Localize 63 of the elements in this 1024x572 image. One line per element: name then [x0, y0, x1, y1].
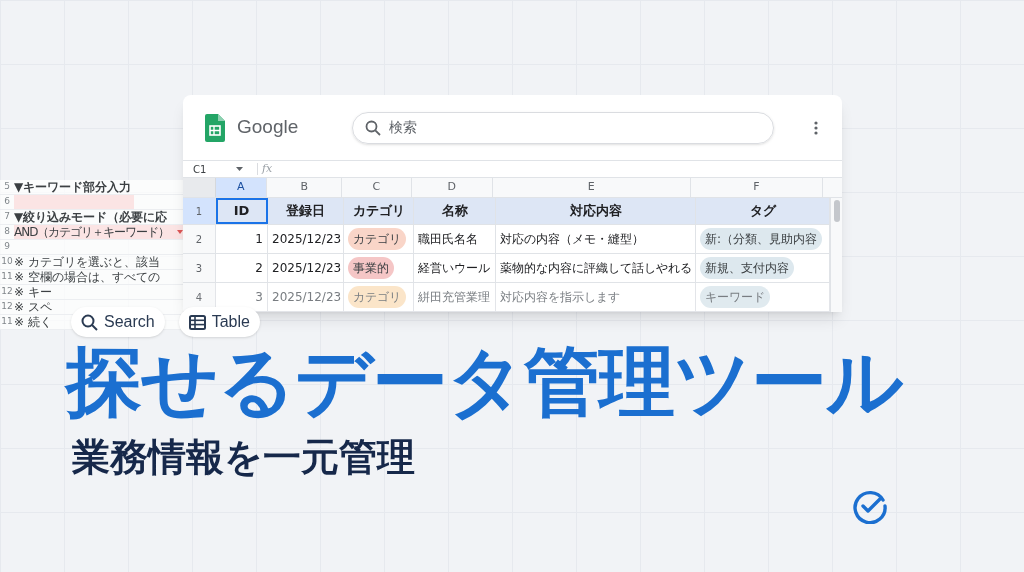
tag-label: キーワード — [700, 286, 770, 308]
column-header[interactable]: D — [411, 178, 493, 197]
table-cell: 1 — [216, 225, 268, 253]
tag-label: カテゴリ — [348, 286, 406, 308]
row-number: 5 — [3, 180, 11, 194]
note-text: ※ スペ — [14, 301, 52, 313]
section-heading: ▼キーワード部分入力 — [14, 181, 132, 193]
subheadline: 業務情報を一元管理 — [72, 434, 416, 480]
tag-label: 新規、支付内容 — [700, 257, 794, 279]
table-cell: 2025/12/23 — [268, 254, 344, 282]
table-cell: 職田氏名名 — [414, 225, 496, 253]
row-number: 11 — [0, 315, 14, 329]
row-number: 8 — [3, 225, 11, 239]
row-number: 9 — [3, 240, 11, 254]
check-circle-icon — [852, 488, 888, 524]
table-cell: 薬物的な内容に評織して話しやれる — [496, 254, 696, 282]
table-chip: Table — [178, 307, 260, 337]
search-input[interactable]: 検索 — [389, 117, 690, 138]
table-cell: 対応内容を指示します — [496, 283, 696, 311]
note-text: ※ キー — [14, 286, 52, 298]
table-icon — [188, 314, 206, 330]
app-name: Google — [237, 115, 299, 140]
more-menu-icon[interactable] — [814, 120, 818, 135]
table-cell: 対応の内容（メモ・縫型） — [496, 225, 696, 253]
row-number: 10 — [0, 255, 14, 269]
tag-label: 事業的 — [348, 257, 394, 279]
input-field[interactable] — [14, 195, 134, 209]
search-icon — [81, 313, 98, 331]
row-number: 11 — [0, 270, 14, 284]
row-number: 12 — [0, 300, 14, 314]
table-cell: 絣田充管業理 — [414, 283, 496, 311]
section-heading: ▼絞り込みモード（必要に応 — [14, 211, 168, 223]
tag-label: カテゴリ — [348, 228, 406, 250]
table-cell: 2025/12/23 — [268, 225, 344, 253]
search-chip: Search — [71, 307, 165, 337]
table-cell: 2 — [216, 254, 268, 282]
search-icon — [365, 119, 382, 136]
column-header[interactable]: B — [267, 178, 343, 197]
column-header[interactable]: E — [492, 178, 691, 197]
note-text: ※ 続く — [14, 316, 52, 328]
caret-icon — [177, 230, 183, 234]
note-text: ※ カテゴリを選ぶと、該当 — [14, 256, 160, 268]
row-number: 12 — [0, 285, 14, 299]
row-number: 1 — [183, 198, 216, 224]
headline: 探せるデータ管理ツール — [66, 336, 903, 428]
spreadsheet-logo-icon — [205, 113, 225, 142]
table-cell: 経営いウール — [414, 254, 496, 282]
table-cell: ID — [216, 198, 268, 224]
note-text: ※ 空欄の場合は、すべての — [14, 271, 160, 283]
formula-label: fx — [262, 160, 273, 177]
column-header[interactable]: F — [690, 178, 824, 197]
table-cell: 2025/12/23 — [268, 283, 344, 311]
caret-icon — [236, 167, 243, 171]
tag-label: 新:（分類、見助内容 — [700, 228, 823, 250]
name-box[interactable]: C1 — [183, 161, 253, 177]
row-number: 7 — [3, 210, 11, 224]
column-header[interactable]: C — [342, 178, 412, 197]
column-header[interactable]: A — [215, 178, 268, 197]
scrollbar-thumb[interactable] — [833, 200, 840, 222]
row-number: 2 — [183, 225, 216, 253]
row-number: 3 — [183, 254, 216, 282]
row-number: 6 — [3, 195, 11, 209]
dropdown-field[interactable]: AND（カテゴリ＋キーワード） — [14, 225, 183, 239]
